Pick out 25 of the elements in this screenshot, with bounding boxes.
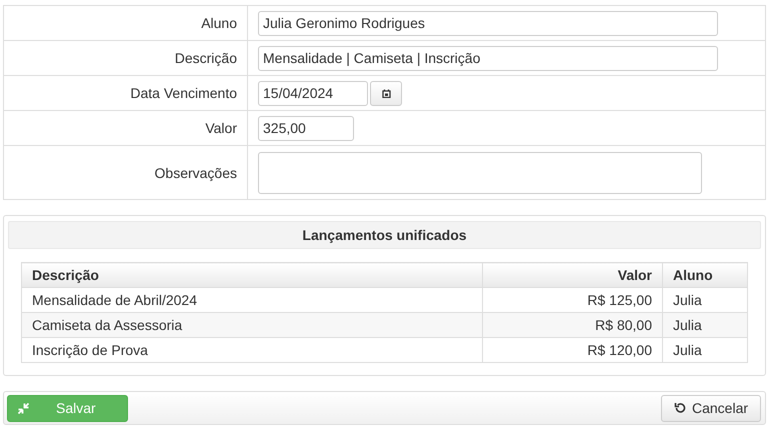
input-field[interactable]: Julia Geronimo Rodrigues: [258, 10, 718, 36]
table-cell: Julia: [662, 312, 748, 338]
table-cell: Julia: [662, 338, 748, 362]
table-cell: R$ 120,00: [482, 338, 662, 362]
compress-icon: [18, 402, 29, 414]
column-header: Valor: [482, 262, 662, 288]
cancel-button[interactable]: Cancelar: [661, 394, 761, 422]
column-header: Descrição: [22, 262, 482, 288]
table-cell: Inscrição de Prova: [22, 338, 482, 362]
field-label: Aluno: [201, 15, 237, 31]
field-label: Descrição: [174, 50, 237, 66]
notes-field[interactable]: [258, 152, 702, 194]
table-cell: Camiseta da Assessoria: [22, 312, 482, 338]
field-label: Valor: [205, 120, 237, 136]
table-cell: R$ 80,00: [482, 312, 662, 338]
calendar-icon: [382, 88, 390, 98]
input-field[interactable]: Mensalidade | Camiseta | Inscrição: [258, 46, 718, 70]
amount-field[interactable]: 325,00: [258, 116, 354, 140]
date-field[interactable]: 15/04/2024: [258, 80, 368, 106]
column-header: Aluno: [662, 262, 748, 288]
undo-icon: [674, 402, 686, 414]
panel-title: Lançamentos unificados: [302, 227, 467, 243]
calendar-button[interactable]: [370, 80, 402, 106]
field-label: Data Vencimento: [130, 85, 237, 101]
field-label: Observações: [154, 164, 237, 180]
